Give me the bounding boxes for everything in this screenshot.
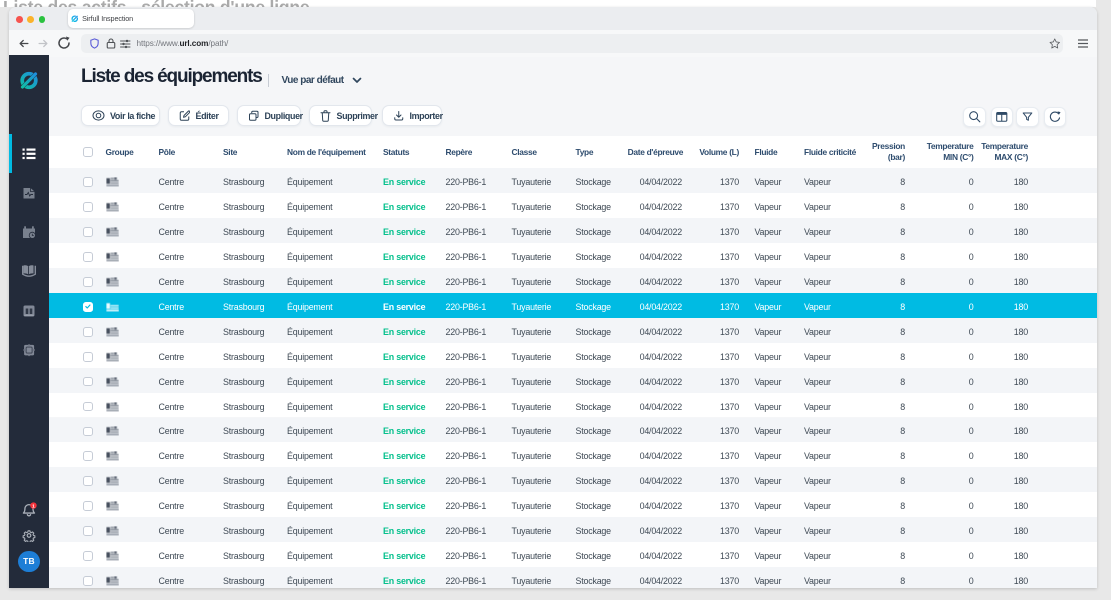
svg-text:1: 1 [32, 503, 35, 508]
